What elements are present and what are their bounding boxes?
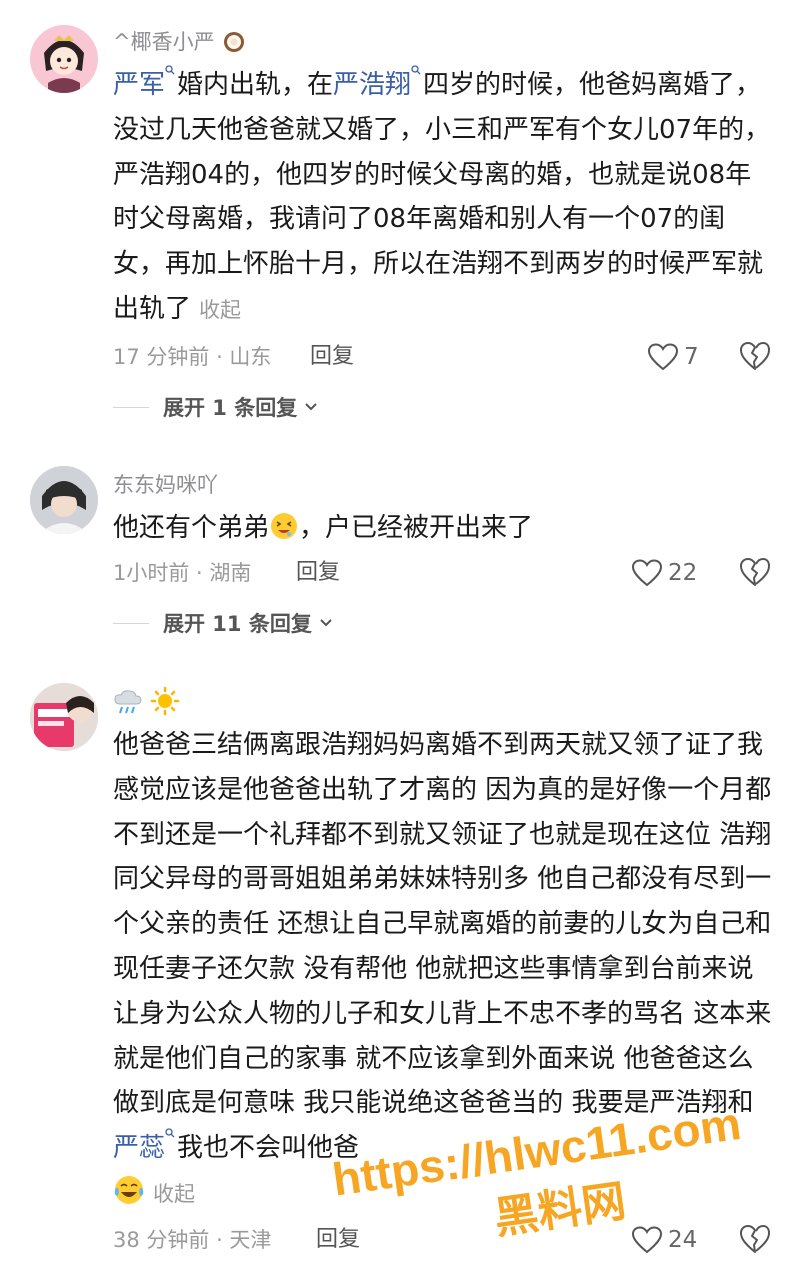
rain-cloud-icon [113,688,143,722]
username[interactable]: ^椰香小严 [113,28,247,60]
expand-label: 展开 1 条回复 [163,396,298,420]
comment-text: 严军 婚内出轨，在严浩翔 四岁的时候，他爸妈离婚了，没过几天他爸爸就又婚了，小三和严… [113,63,773,333]
broken-heart-icon [740,341,771,370]
collapse-link[interactable]: 收起 [153,1182,195,1206]
like-button[interactable]: 7 [648,341,699,373]
like-count: 22 [668,560,698,586]
search-icon [165,1128,175,1138]
mention-link[interactable]: 严军 [113,65,177,100]
dislike-button[interactable] [739,341,771,373]
username-text: ^椰香小严 [113,30,215,54]
expand-replies-button[interactable]: 展开 1 条回复 [113,393,319,421]
search-icon [165,65,175,75]
mention-link[interactable]: 严浩翔 [333,65,423,100]
heart-icon [648,343,678,371]
avatar[interactable] [30,25,98,93]
crying-laughing-icon [113,1174,145,1221]
chevron-down-icon [320,619,332,627]
drooling-face-icon [269,511,299,556]
expand-label: 展开 11 条回复 [163,612,312,636]
broken-heart-icon [740,557,771,586]
like-count: 7 [684,344,699,370]
text-segment: 他还有个弟弟 [113,513,270,543]
search-icon [411,65,421,75]
comment-meta: 1小时前 · 湖南 [113,561,252,585]
comment-meta: 38 分钟前 · 天津 [113,1228,272,1252]
dislike-button[interactable] [739,557,771,589]
text-segment: ，户已经被开出来了 [299,513,534,543]
username[interactable] [113,686,180,722]
watermark: https://hlwc11.com 黑料网 [326,1105,747,1245]
heart-icon [632,559,662,587]
reply-button[interactable]: 回复 [296,559,340,587]
text-segment: 四岁的时候，他爸妈离婚了，没过几天他爸爸就又婚了，小三和严军有个女儿07年的，严… [113,70,771,324]
divider [113,622,149,624]
avatar[interactable] [30,466,98,534]
text-segment: 婚内出轨，在 [177,70,334,100]
mention-link[interactable]: 严蕊 [113,1128,177,1163]
expand-replies-button[interactable]: 展开 11 条回复 [113,609,334,637]
like-button[interactable]: 22 [632,557,697,589]
reply-button[interactable]: 回复 [310,343,354,371]
chevron-down-icon [305,403,317,411]
text-segment: 他爸爸三结俩离跟浩翔妈妈离婚不到两天就又领了证了我感觉应该是他爸爸出轨了才离的 … [113,730,772,1119]
coconut-icon [221,28,247,60]
watermark-title: 黑料网 [491,1176,629,1245]
comment-meta: 17 分钟前 · 山东 [113,345,272,369]
avatar[interactable] [30,683,98,751]
divider [113,406,149,408]
collapse-link[interactable]: 收起 [199,298,241,322]
username[interactable]: 东东妈咪吖 [113,472,218,498]
sun-icon [150,686,180,722]
comment-text: 他还有个弟弟 ，户已经被开出来了 [113,506,773,556]
